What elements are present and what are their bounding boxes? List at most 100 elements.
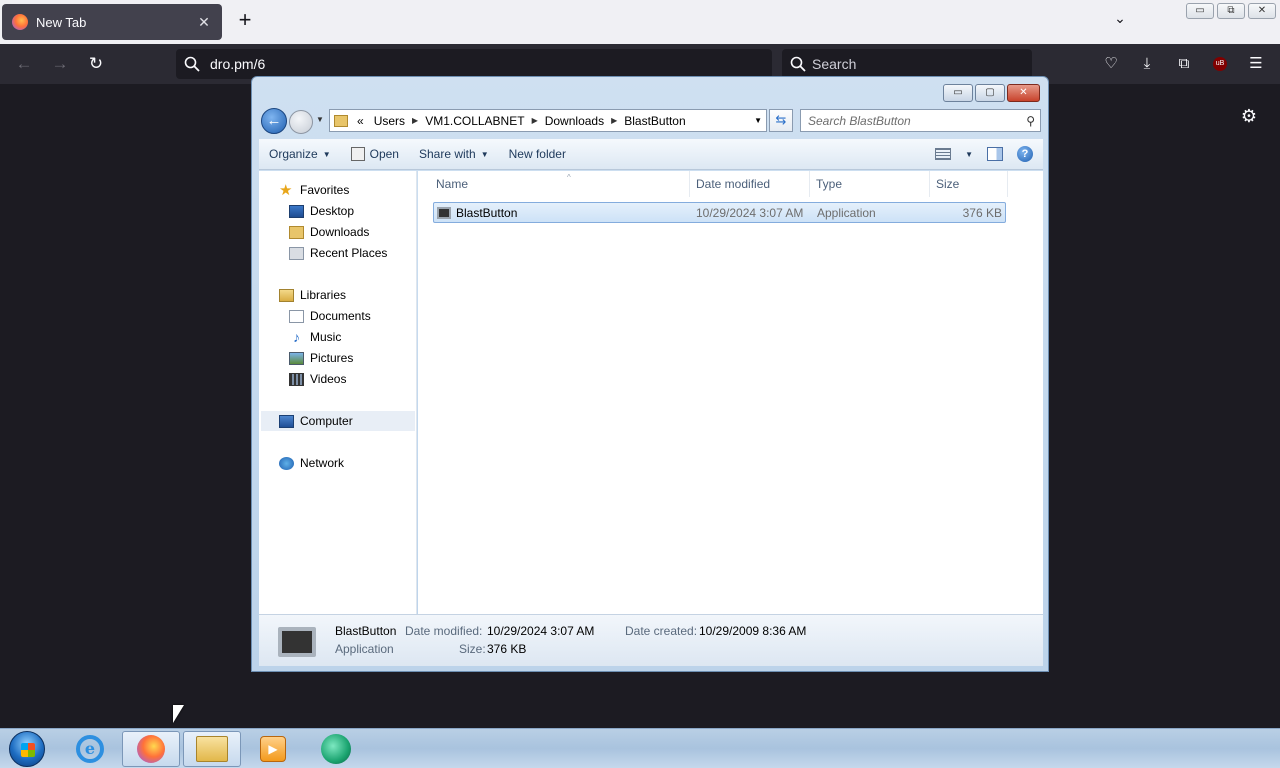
taskbar-green-app[interactable] (307, 731, 365, 767)
column-header-name[interactable]: Name ^ (430, 171, 690, 197)
forward-button[interactable] (289, 110, 313, 134)
computer-icon (279, 414, 294, 428)
recent-pages-dropdown[interactable]: ▼ (316, 115, 324, 124)
column-header-type[interactable]: Type (810, 171, 930, 197)
folder-search-input[interactable]: Search BlastButton ⚲ (800, 109, 1041, 132)
breadcrumb-blastbutton[interactable]: BlastButton (619, 114, 690, 128)
change-view-icon[interactable] (935, 148, 952, 160)
url-bar[interactable]: dro.pm/6 (176, 49, 772, 79)
nav-desktop[interactable]: Desktop (289, 201, 354, 221)
refresh-button[interactable]: ⇆ (769, 109, 793, 132)
search-bar[interactable]: Search (782, 49, 1032, 79)
start-button[interactable] (9, 731, 45, 767)
chevron-down-icon: ▼ (322, 149, 331, 159)
settings-icon[interactable]: ⚙ (1238, 106, 1260, 128)
address-bar[interactable]: « Users ▶ VM1.COLLABNET ▶ Downloads ▶ Bl… (329, 109, 767, 132)
folder-search-placeholder: Search BlastButton (808, 113, 911, 128)
ublock-icon[interactable]: uB (1213, 57, 1227, 71)
chevron-down-icon[interactable]: ▼ (965, 150, 973, 159)
file-row[interactable]: BlastButton 10/29/2024 3:07 AM Applicati… (433, 202, 1006, 223)
search-icon[interactable]: ⚲ (1026, 114, 1035, 128)
nav-libraries[interactable]: Libraries (279, 285, 346, 305)
column-header-date-modified[interactable]: Date modified (690, 171, 810, 197)
search-placeholder: Search (812, 56, 857, 72)
pocket-icon[interactable]: ♡ (1101, 54, 1121, 74)
breadcrumb-downloads[interactable]: Downloads (540, 114, 609, 128)
videos-icon (289, 372, 304, 386)
open-button[interactable]: Open (341, 147, 409, 161)
minimize-window-button[interactable]: ▭ (1186, 3, 1214, 19)
downloads-folder-icon (289, 225, 304, 239)
list-all-tabs-icon[interactable]: ⌄ (1110, 10, 1130, 30)
explorer-window-controls: ▭ ▢ ✕ (943, 84, 1040, 102)
explorer-close-button[interactable]: ✕ (1007, 84, 1040, 102)
extensions-icon[interactable]: ⧉ (1174, 54, 1194, 74)
media-player-icon: ▶ (260, 736, 286, 762)
nav-label: Computer (300, 414, 353, 428)
breadcrumb-users[interactable]: Users (369, 114, 410, 128)
network-icon (279, 456, 294, 470)
forward-arrow-icon[interactable]: → (49, 54, 71, 76)
breadcrumb-overflow[interactable]: « (352, 114, 369, 128)
taskbar-windows-explorer[interactable] (183, 731, 241, 767)
file-type-cell: Application (817, 206, 876, 220)
close-tab-icon[interactable]: ✕ (196, 14, 212, 31)
new-tab-button[interactable]: + (234, 9, 256, 32)
search-icon (790, 56, 806, 72)
menu-icon[interactable]: ☰ (1246, 54, 1266, 74)
download-icon[interactable]: ⤓ (1137, 54, 1157, 74)
breadcrumb-separator-icon[interactable]: ▶ (530, 116, 540, 125)
organize-button[interactable]: Organize ▼ (259, 147, 341, 161)
nav-network[interactable]: Network (279, 453, 344, 473)
share-with-button[interactable]: Share with ▼ (409, 147, 499, 161)
nav-label: Desktop (310, 204, 355, 218)
share-with-label: Share with (418, 147, 476, 161)
restore-window-button[interactable]: ⧉ (1217, 3, 1245, 19)
desktop-icon (289, 204, 304, 218)
explorer-minimize-button[interactable]: ▭ (943, 84, 973, 102)
open-icon (350, 147, 365, 161)
nav-videos[interactable]: Videos (289, 369, 346, 389)
libraries-icon (279, 288, 294, 302)
help-icon[interactable]: ? (1017, 146, 1033, 162)
tab-title: New Tab (36, 14, 87, 30)
column-header-size[interactable]: Size (930, 171, 1008, 197)
breadcrumb-separator-icon[interactable]: ▶ (410, 116, 420, 125)
breadcrumb-vm1[interactable]: VM1.COLLABNET (420, 114, 529, 128)
explorer-maximize-button[interactable]: ▢ (975, 84, 1005, 102)
nav-documents[interactable]: Documents (289, 306, 371, 326)
details-date-modified: 10/29/2024 3:07 AM (487, 624, 595, 638)
new-folder-button[interactable]: New folder (499, 147, 576, 161)
taskbar-media-player[interactable]: ▶ (244, 731, 302, 767)
details-date-modified-label: Date modified: (405, 624, 483, 638)
back-button[interactable]: ← (261, 108, 287, 134)
breadcrumb-separator-icon[interactable]: ▶ (609, 116, 619, 125)
command-bar: Organize ▼ Open Share with ▼ New folder … (259, 139, 1043, 170)
reload-icon[interactable]: ↻ (85, 54, 107, 76)
nav-label: Libraries (300, 288, 347, 302)
column-label: Name (436, 177, 469, 191)
browser-tab[interactable]: New Tab ✕ (2, 4, 222, 40)
nav-downloads[interactable]: Downloads (289, 222, 369, 242)
nav-computer[interactable]: Computer (261, 411, 415, 431)
application-large-icon (278, 627, 316, 657)
address-dropdown-icon[interactable]: ▼ (754, 116, 762, 125)
nav-label: Videos (310, 372, 347, 386)
nav-pictures[interactable]: Pictures (289, 348, 353, 368)
back-arrow-icon[interactable]: ← (13, 54, 35, 76)
nav-music[interactable]: ♪ Music (289, 327, 341, 347)
nav-recent-places[interactable]: Recent Places (289, 243, 387, 263)
recent-places-icon (289, 246, 304, 260)
taskbar-firefox[interactable] (122, 731, 180, 767)
nav-label: Favorites (300, 183, 350, 197)
column-label: Date modified (696, 177, 771, 191)
taskbar-internet-explorer[interactable]: e (61, 731, 119, 767)
nav-favorites[interactable]: ★ Favorites (279, 180, 349, 200)
details-size-label: Size: (459, 642, 486, 656)
mouse-cursor-icon (173, 705, 184, 723)
close-window-button[interactable]: ✕ (1248, 3, 1276, 19)
details-pane: BlastButton Application Date modified: 1… (259, 614, 1043, 666)
preview-pane-icon[interactable] (987, 147, 1003, 161)
search-icon (184, 56, 200, 72)
firefox-icon (137, 735, 165, 763)
